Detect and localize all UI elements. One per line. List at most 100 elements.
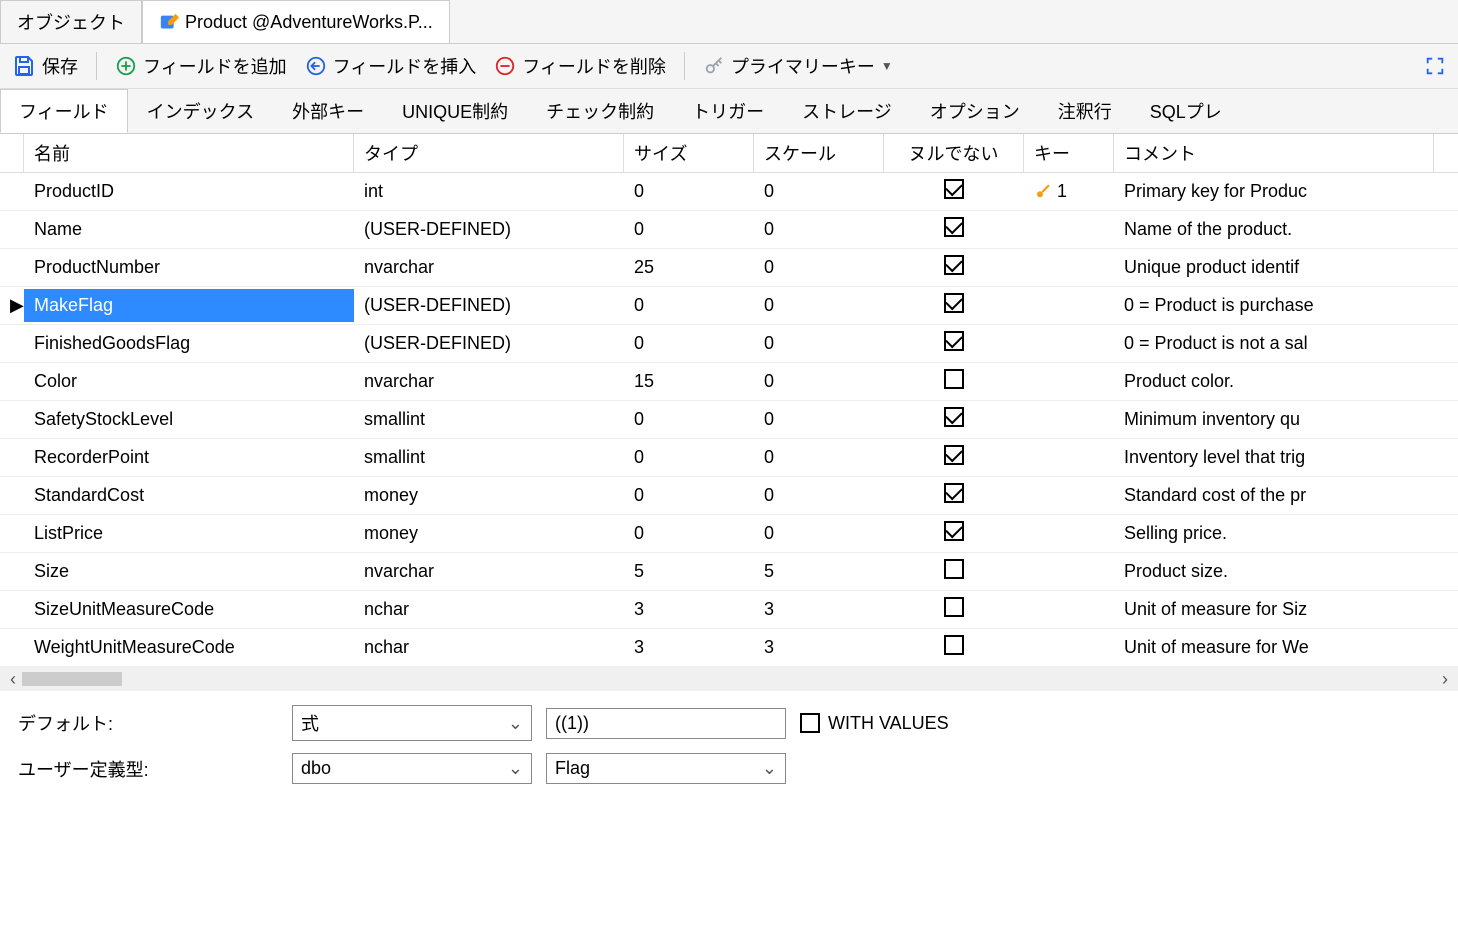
tab-storage[interactable]: ストレージ	[783, 89, 911, 133]
cell-scale[interactable]: 0	[754, 327, 884, 360]
cell-scale[interactable]: 0	[754, 175, 884, 208]
tab-options[interactable]: オプション	[911, 89, 1039, 133]
with-values-checkbox[interactable]: WITH VALUES	[800, 713, 949, 734]
user-type-name-select[interactable]: Flag ⌄	[546, 753, 786, 784]
fullscreen-button[interactable]	[1424, 55, 1446, 77]
cell-key[interactable]	[1024, 224, 1114, 236]
cell-key[interactable]	[1024, 604, 1114, 616]
default-value-input[interactable]: ((1))	[546, 708, 786, 739]
cell-scale[interactable]: 0	[754, 213, 884, 246]
cell-type[interactable]: smallint	[354, 441, 624, 474]
cell-size[interactable]: 0	[624, 213, 754, 246]
cell-comment[interactable]: Selling price.	[1114, 517, 1434, 550]
delete-field-button[interactable]: フィールドを削除	[494, 53, 666, 79]
table-row[interactable]: Name(USER-DEFINED)00Name of the product.	[0, 211, 1458, 249]
tab-indexes[interactable]: インデックス	[128, 89, 273, 133]
cell-key[interactable]	[1024, 452, 1114, 464]
cell-comment[interactable]: Minimum inventory qu	[1114, 403, 1434, 436]
cell-size[interactable]: 5	[624, 555, 754, 588]
cell-name[interactable]: StandardCost	[24, 479, 354, 512]
table-row[interactable]: Sizenvarchar55Product size.	[0, 553, 1458, 591]
save-button[interactable]: 保存	[12, 53, 78, 79]
scroll-track[interactable]	[22, 672, 1436, 686]
table-row[interactable]: RecorderPointsmallint00Inventory level t…	[0, 439, 1458, 477]
cell-notnull[interactable]	[884, 591, 1024, 628]
cell-type[interactable]: int	[354, 175, 624, 208]
header-size[interactable]: サイズ	[624, 134, 754, 172]
table-row[interactable]: ▶MakeFlag(USER-DEFINED)000 = Product is …	[0, 287, 1458, 325]
cell-comment[interactable]: Product size.	[1114, 555, 1434, 588]
table-row[interactable]: WeightUnitMeasureCodenchar33Unit of meas…	[0, 629, 1458, 667]
cell-notnull[interactable]	[884, 439, 1024, 476]
cell-size[interactable]: 0	[624, 517, 754, 550]
cell-scale[interactable]: 3	[754, 593, 884, 626]
tab-product[interactable]: Product @AdventureWorks.P...	[142, 0, 450, 43]
table-row[interactable]: ProductNumbernvarchar250Unique product i…	[0, 249, 1458, 287]
tab-unique[interactable]: UNIQUE制約	[383, 89, 527, 133]
cell-key[interactable]	[1024, 338, 1114, 350]
add-field-button[interactable]: フィールドを追加	[115, 53, 287, 79]
table-row[interactable]: ProductIDint00 1Primary key for Produc	[0, 173, 1458, 211]
cell-name[interactable]: Color	[24, 365, 354, 398]
cell-name[interactable]: Name	[24, 213, 354, 246]
cell-type[interactable]: nvarchar	[354, 555, 624, 588]
cell-name[interactable]: WeightUnitMeasureCode	[24, 631, 354, 664]
default-type-select[interactable]: 式 ⌄	[292, 705, 532, 741]
cell-notnull[interactable]	[884, 401, 1024, 438]
cell-name[interactable]: RecorderPoint	[24, 441, 354, 474]
cell-comment[interactable]: Inventory level that trig	[1114, 441, 1434, 474]
cell-key[interactable]: 1	[1024, 175, 1114, 208]
user-type-schema-select[interactable]: dbo ⌄	[292, 753, 532, 784]
table-row[interactable]: SafetyStockLevelsmallint00Minimum invent…	[0, 401, 1458, 439]
scroll-right-arrow[interactable]: ›	[1436, 669, 1454, 690]
cell-comment[interactable]: Name of the product.	[1114, 213, 1434, 246]
cell-key[interactable]	[1024, 566, 1114, 578]
cell-comment[interactable]: Unit of measure for We	[1114, 631, 1434, 664]
cell-key[interactable]	[1024, 490, 1114, 502]
cell-comment[interactable]: Primary key for Produc	[1114, 175, 1434, 208]
cell-notnull[interactable]	[884, 211, 1024, 248]
cell-size[interactable]: 15	[624, 365, 754, 398]
cell-type[interactable]: money	[354, 479, 624, 512]
cell-size[interactable]: 0	[624, 441, 754, 474]
header-comment[interactable]: コメント	[1114, 134, 1434, 172]
cell-type[interactable]: money	[354, 517, 624, 550]
cell-name[interactable]: MakeFlag	[24, 289, 354, 322]
cell-size[interactable]: 0	[624, 403, 754, 436]
cell-type[interactable]: nchar	[354, 593, 624, 626]
cell-type[interactable]: smallint	[354, 403, 624, 436]
cell-name[interactable]: ListPrice	[24, 517, 354, 550]
cell-scale[interactable]: 0	[754, 517, 884, 550]
cell-notnull[interactable]	[884, 287, 1024, 324]
cell-comment[interactable]: 0 = Product is purchase	[1114, 289, 1434, 322]
tab-sql-preview[interactable]: SQLプレ	[1131, 89, 1241, 133]
cell-notnull[interactable]	[884, 477, 1024, 514]
cell-scale[interactable]: 0	[754, 403, 884, 436]
cell-size[interactable]: 25	[624, 251, 754, 284]
cell-name[interactable]: Size	[24, 555, 354, 588]
cell-size[interactable]: 3	[624, 631, 754, 664]
cell-type[interactable]: (USER-DEFINED)	[354, 327, 624, 360]
cell-notnull[interactable]	[884, 629, 1024, 666]
cell-notnull[interactable]	[884, 363, 1024, 400]
cell-size[interactable]: 3	[624, 593, 754, 626]
cell-notnull[interactable]	[884, 173, 1024, 210]
tab-fields[interactable]: フィールド	[0, 89, 128, 133]
cell-key[interactable]	[1024, 642, 1114, 654]
table-row[interactable]: ListPricemoney00Selling price.	[0, 515, 1458, 553]
table-row[interactable]: FinishedGoodsFlag(USER-DEFINED)000 = Pro…	[0, 325, 1458, 363]
tab-objects[interactable]: オブジェクト	[0, 0, 142, 43]
cell-type[interactable]: (USER-DEFINED)	[354, 213, 624, 246]
tab-check[interactable]: チェック制約	[527, 89, 673, 133]
scroll-thumb[interactable]	[22, 672, 122, 686]
horizontal-scrollbar[interactable]: ‹ ›	[0, 667, 1458, 691]
cell-scale[interactable]: 0	[754, 289, 884, 322]
cell-notnull[interactable]	[884, 553, 1024, 590]
cell-key[interactable]	[1024, 414, 1114, 426]
cell-scale[interactable]: 0	[754, 479, 884, 512]
cell-name[interactable]: SizeUnitMeasureCode	[24, 593, 354, 626]
scroll-left-arrow[interactable]: ‹	[4, 669, 22, 690]
cell-type[interactable]: nchar	[354, 631, 624, 664]
table-row[interactable]: StandardCostmoney00Standard cost of the …	[0, 477, 1458, 515]
cell-type[interactable]: nvarchar	[354, 251, 624, 284]
